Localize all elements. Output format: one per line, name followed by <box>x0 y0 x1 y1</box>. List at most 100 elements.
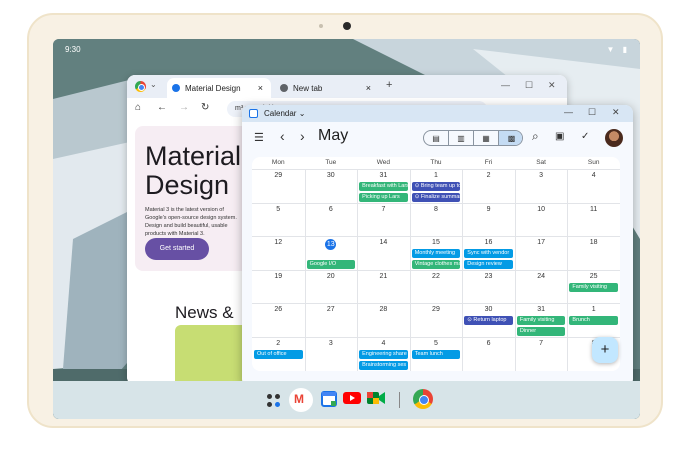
calendar-event[interactable]: ⊙ Finalize summary <box>411 193 461 202</box>
calendar-event[interactable]: Out of office <box>254 350 303 359</box>
day-number[interactable]: 21 <box>357 273 410 280</box>
news-card-image[interactable] <box>175 325 245 385</box>
calendar-event[interactable]: Picking up Lars <box>359 193 408 202</box>
day-number[interactable]: 4 <box>357 340 410 347</box>
calendar-taskbar-icon[interactable] <box>321 391 339 409</box>
day-number[interactable]: 8 <box>410 206 463 213</box>
tab-search-chevron-icon[interactable]: ⌄ <box>150 80 157 89</box>
day-number[interactable]: 3 <box>515 172 568 179</box>
day-number[interactable]: 5 <box>252 206 305 213</box>
check-icon[interactable]: ✓ <box>581 131 589 142</box>
calendar-event[interactable]: Sync with vendor <box>464 249 513 259</box>
day-number[interactable]: 30 <box>305 172 358 179</box>
calendar-event[interactable]: Family visiting <box>516 316 566 326</box>
menu-icon[interactable]: ☰ <box>254 131 264 144</box>
calendar-event[interactable]: Family visiting <box>569 282 618 292</box>
day-number[interactable]: 29 <box>252 172 305 179</box>
day-number[interactable]: 12 <box>252 239 305 246</box>
month-view-icon[interactable]: ▩ <box>499 131 522 145</box>
calendar-app-name[interactable]: Calendar ⌄ <box>264 109 305 118</box>
day-view-icon[interactable]: ▤ <box>424 131 449 145</box>
minimize-button[interactable]: — <box>501 80 510 90</box>
day-number[interactable]: 11 <box>567 206 620 213</box>
forward-icon[interactable]: → <box>179 102 189 113</box>
day-number[interactable]: 3 <box>305 340 358 347</box>
maximize-button[interactable]: ☐ <box>588 107 596 118</box>
youtube-icon[interactable] <box>343 391 361 409</box>
back-icon[interactable]: ← <box>157 102 167 113</box>
status-time: 9:30 <box>65 45 81 54</box>
day-number[interactable]: 31 <box>515 306 568 313</box>
day-number[interactable]: 22 <box>410 273 463 280</box>
calendar-event[interactable]: ⊙ Bring team up to <box>411 182 461 191</box>
close-button[interactable]: ✕ <box>548 80 556 91</box>
calendar-event[interactable]: Google I/O <box>306 260 356 270</box>
today-date[interactable]: 13 <box>305 239 358 251</box>
calendar-event[interactable]: Monthly meeting <box>411 249 461 259</box>
day-number[interactable]: 7 <box>357 206 410 213</box>
day-number[interactable]: 10 <box>515 206 568 213</box>
avatar[interactable] <box>605 129 623 147</box>
day-number[interactable]: 30 <box>462 306 515 313</box>
minimize-button[interactable]: — <box>564 107 573 117</box>
day-number[interactable]: 27 <box>305 306 358 313</box>
day-number[interactable]: 31 <box>357 172 410 179</box>
gmail-icon[interactable]: M <box>289 388 313 412</box>
day-number[interactable]: 4 <box>567 172 620 179</box>
get-started-button[interactable]: Get started <box>145 238 209 260</box>
day-number[interactable]: 19 <box>252 273 305 280</box>
calendar-event[interactable]: Brunch <box>569 316 618 326</box>
home-icon[interactable]: ⌂ <box>135 102 141 113</box>
calendar-event[interactable]: Engineering share <box>359 350 408 359</box>
tab-material-design[interactable]: Material Design × <box>167 78 271 98</box>
day-number[interactable]: 14 <box>357 239 410 246</box>
calendar-event[interactable]: ⊙ Return laptop <box>464 316 513 326</box>
multi-day-view-icon[interactable]: ▦ <box>474 131 499 145</box>
tab-close-icon[interactable]: × <box>258 83 263 93</box>
meet-icon[interactable] <box>367 391 385 409</box>
day-number[interactable]: 7 <box>515 340 568 347</box>
day-number[interactable]: 17 <box>515 239 568 246</box>
launcher-icon[interactable] <box>265 391 283 409</box>
day-number[interactable]: 6 <box>462 340 515 347</box>
day-number[interactable]: 28 <box>357 306 410 313</box>
tab-close-icon[interactable]: × <box>366 83 371 93</box>
day-number[interactable]: 2 <box>462 172 515 179</box>
tasks-icon[interactable]: ▣ <box>555 131 564 142</box>
day-number[interactable]: 29 <box>410 306 463 313</box>
calendar-event[interactable]: Dinner <box>516 327 566 337</box>
calendar-event[interactable]: Breakfast with Lars <box>359 182 408 191</box>
reload-icon[interactable]: ↻ <box>201 102 209 113</box>
chrome-logo-icon[interactable] <box>135 81 146 92</box>
day-number[interactable]: 25 <box>567 273 620 280</box>
search-icon[interactable]: ⌕ <box>532 129 539 144</box>
day-number[interactable]: 16 <box>462 239 515 246</box>
day-number[interactable]: 26 <box>252 306 305 313</box>
day-number[interactable]: 18 <box>567 239 620 246</box>
calendar-window: Calendar ⌄ — ☐ ✕ ☰ ‹ › May ▤ ▥ ▦ ▩ ⌕ ▣ ✓ <box>242 105 633 387</box>
calendar-event[interactable]: Brainstorming ses <box>359 361 408 370</box>
day-number[interactable]: 1 <box>567 306 620 313</box>
day-number[interactable]: 5 <box>410 340 463 347</box>
day-number[interactable]: 20 <box>305 273 358 280</box>
close-button[interactable]: ✕ <box>612 107 620 118</box>
day-number[interactable]: 23 <box>462 273 515 280</box>
next-month-icon[interactable]: › <box>300 128 305 144</box>
create-event-button[interactable]: + <box>592 337 618 363</box>
previous-month-icon[interactable]: ‹ <box>280 128 285 144</box>
calendar-event[interactable]: Vintage clothes mark <box>411 260 461 270</box>
day-number[interactable]: 15 <box>410 239 463 246</box>
day-number[interactable]: 9 <box>462 206 515 213</box>
day-number[interactable]: 2 <box>252 340 305 347</box>
new-tab-button[interactable]: + <box>386 79 392 91</box>
chevron-down-icon[interactable]: ⌄ <box>299 109 306 118</box>
day-number[interactable]: 24 <box>515 273 568 280</box>
chrome-icon[interactable] <box>413 389 433 409</box>
calendar-event[interactable]: Design review <box>464 260 513 270</box>
calendar-event[interactable]: Team lunch <box>411 350 461 359</box>
maximize-button[interactable]: ☐ <box>525 80 533 91</box>
week-view-icon[interactable]: ▥ <box>449 131 474 145</box>
day-number[interactable]: 6 <box>305 206 358 213</box>
day-number[interactable]: 1 <box>410 172 463 179</box>
tab-new-tab[interactable]: New tab × <box>275 78 379 98</box>
